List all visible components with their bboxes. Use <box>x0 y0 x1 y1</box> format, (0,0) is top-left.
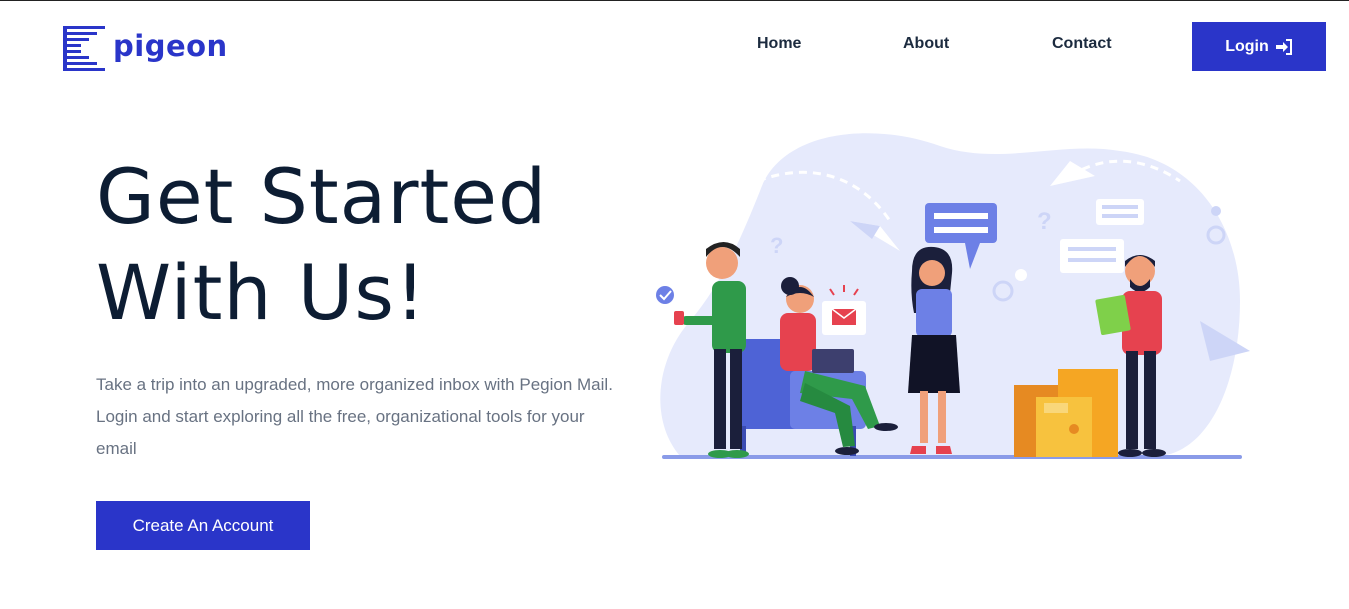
login-label: Login <box>1225 37 1269 55</box>
create-account-button[interactable]: Create An Account <box>96 501 310 550</box>
login-button[interactable]: Login <box>1192 22 1326 71</box>
sign-in-icon <box>1275 38 1292 55</box>
hero-description: Take a trip into an upgraded, more organ… <box>96 375 613 458</box>
svg-text:?: ? <box>770 233 783 258</box>
svg-text:?: ? <box>1037 208 1052 235</box>
hero-illustration: ? ? <box>656 133 1250 459</box>
checkmark-icon <box>656 286 674 304</box>
nav-contact-link[interactable]: Contact <box>1052 35 1112 53</box>
nav-home-link[interactable]: Home <box>757 35 801 53</box>
brand-name: pigeon <box>113 29 228 63</box>
hero-title-line-2: With Us! <box>96 248 427 337</box>
brand-logo[interactable]: pigeon <box>63 25 228 73</box>
nav-about-link[interactable]: About <box>903 35 949 53</box>
hero-title: Get Started With Us! <box>96 149 547 341</box>
pigeon-logo-icon <box>63 26 105 71</box>
hero-title-line-1: Get Started <box>96 152 548 241</box>
